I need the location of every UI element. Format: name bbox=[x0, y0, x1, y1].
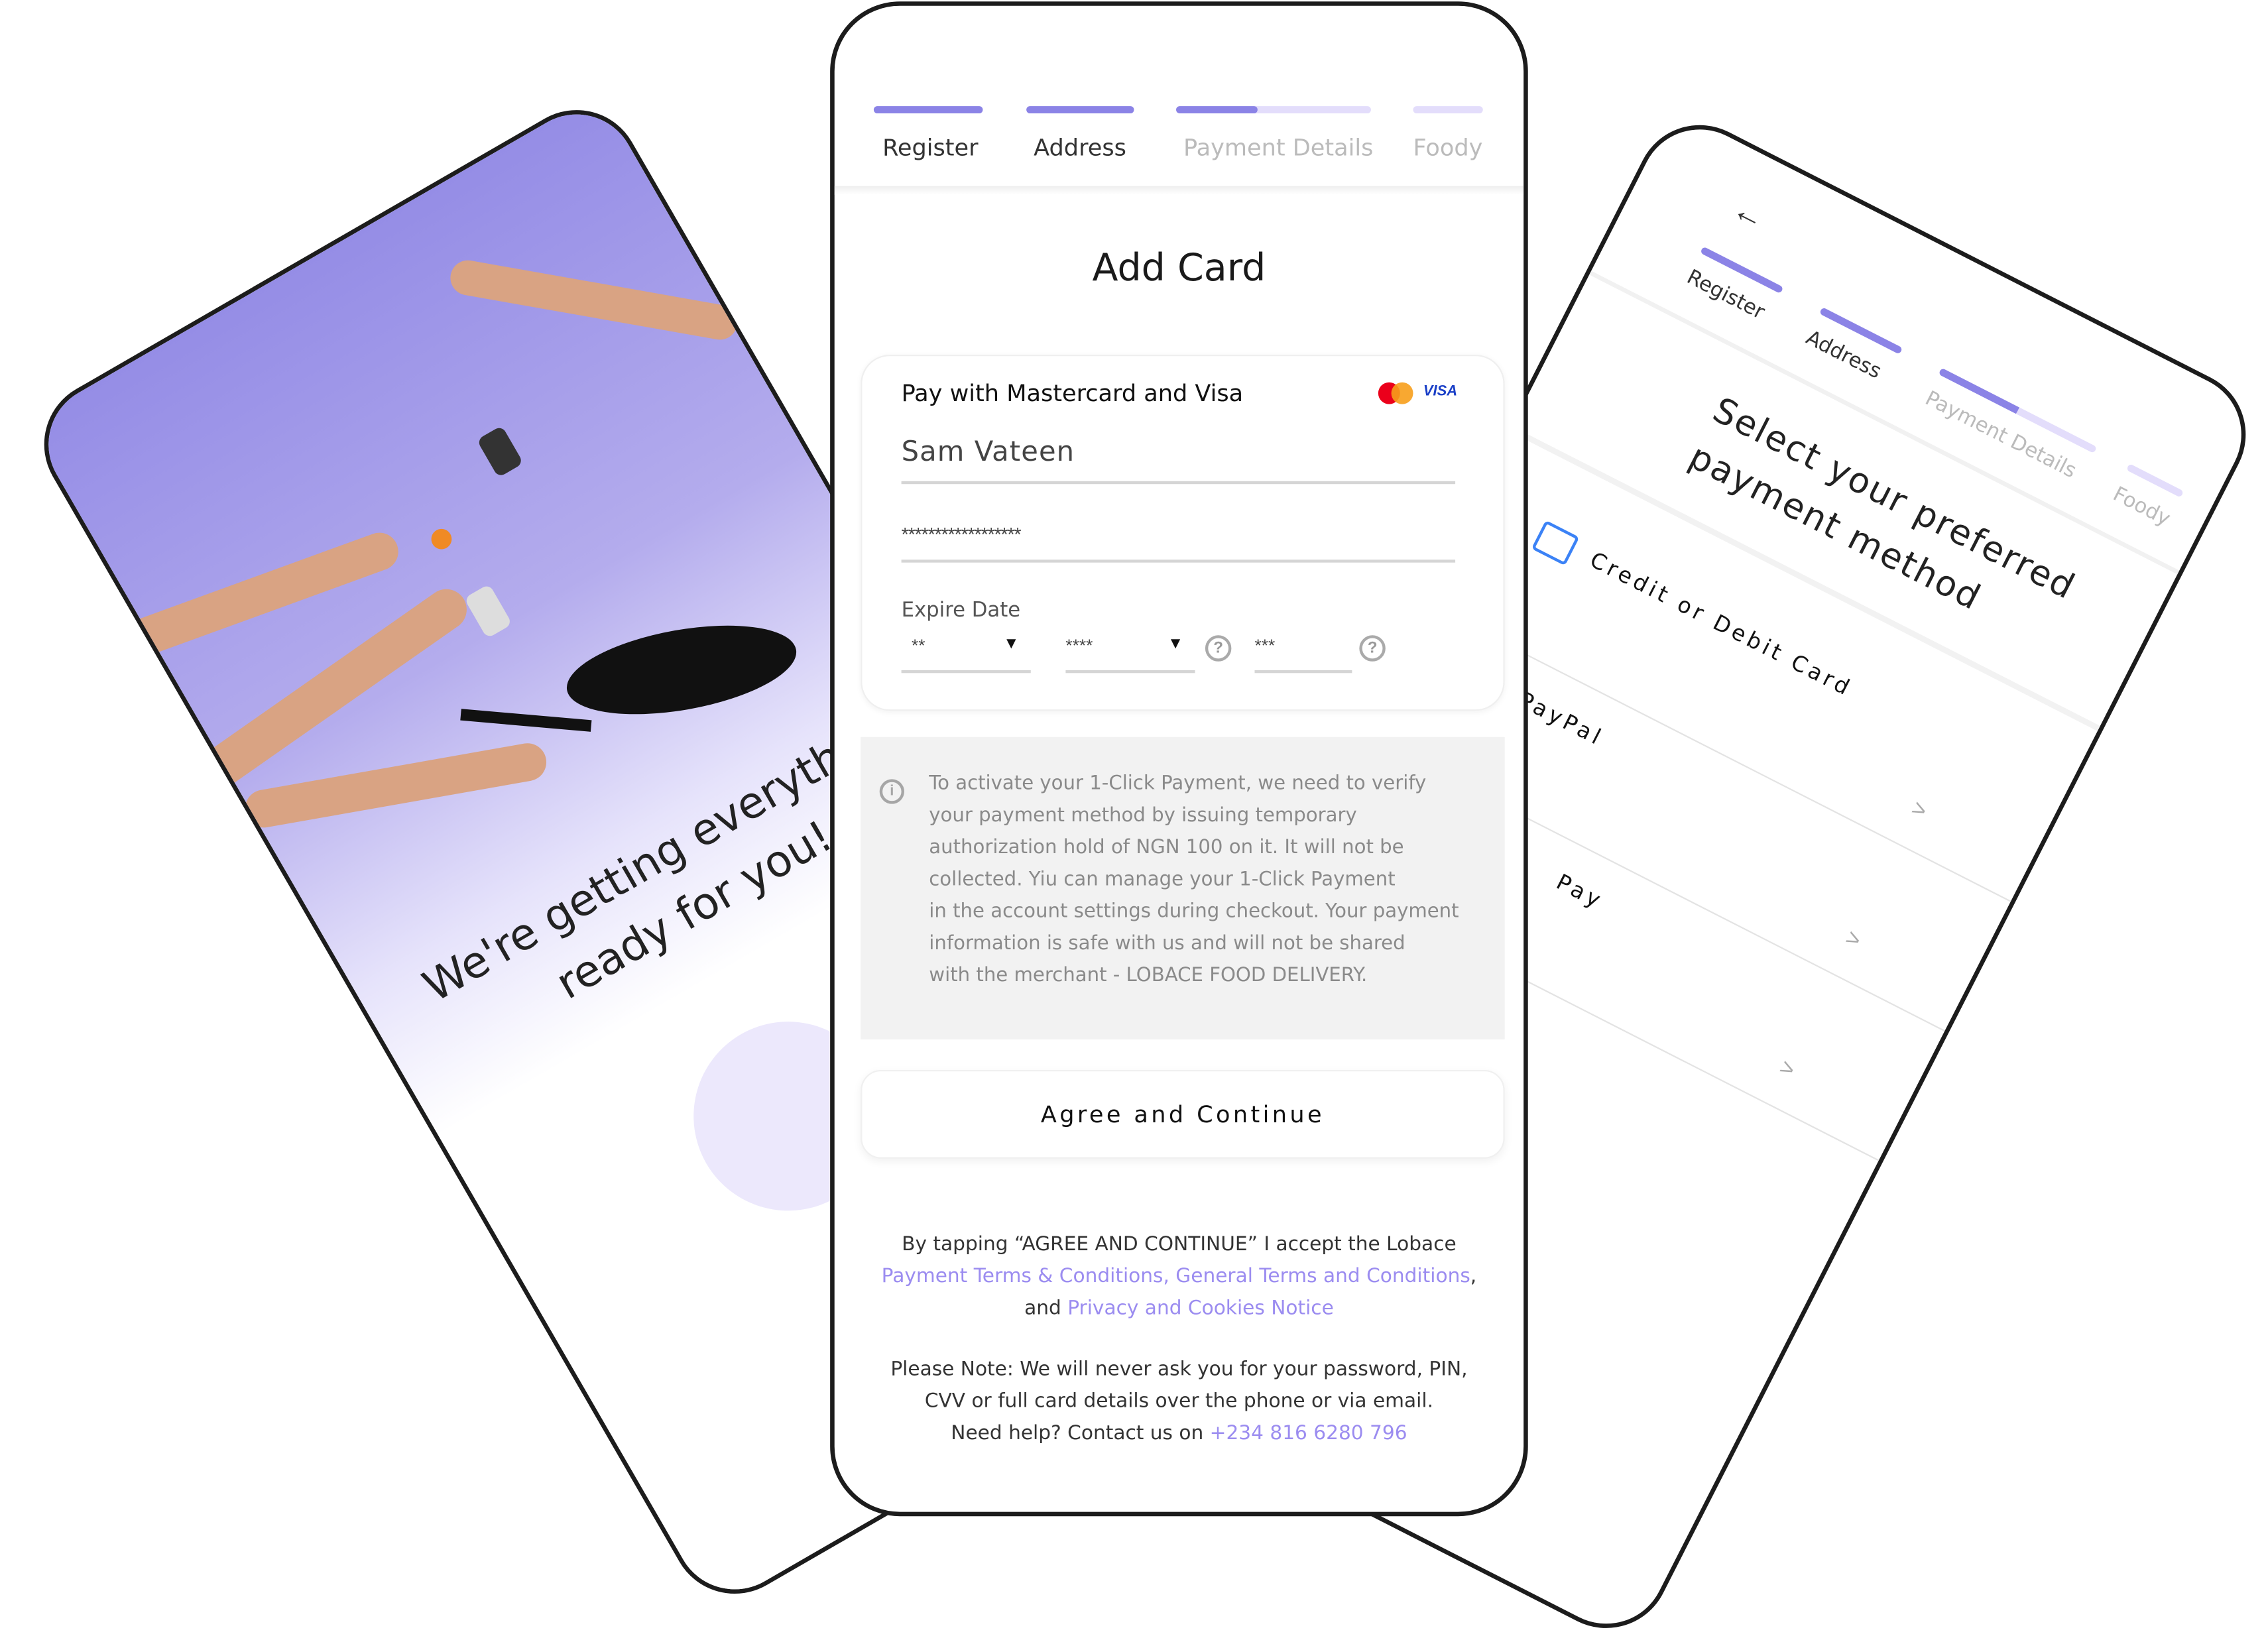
cardholder-name-input[interactable]: Sam Vateen bbox=[901, 436, 1456, 485]
visa-logo-icon: VISA bbox=[1423, 383, 1458, 400]
card-number-input[interactable]: ****************** bbox=[901, 523, 1456, 563]
note-line-1: Please Note: We will never ask you for y… bbox=[890, 1358, 1468, 1382]
method-label: Pay bbox=[1552, 868, 1608, 915]
info-line: To activate your 1-Click Payment, we nee… bbox=[929, 773, 1427, 796]
step-payment-details[interactable]: Payment Details bbox=[1183, 134, 1373, 162]
header-divider bbox=[834, 186, 1524, 195]
arrow-left-icon[interactable]: ← bbox=[1726, 190, 1772, 239]
note-line-3: Need help? Contact us on bbox=[951, 1421, 1210, 1445]
step-foody[interactable]: Foody bbox=[2109, 483, 2174, 531]
terms-text: By tapping “AGREE AND CONTINUE” I accept… bbox=[835, 1228, 1523, 1325]
card-form: Pay with Mastercard and Visa VISA Sam Va… bbox=[861, 355, 1505, 711]
help-circle-icon[interactable]: ? bbox=[1359, 635, 1386, 662]
card-add-icon bbox=[1531, 520, 1580, 566]
verification-info-box: i To activate your 1-Click Payment, we n… bbox=[861, 737, 1505, 1039]
info-line: information is safe with us and will not… bbox=[929, 933, 1405, 955]
info-line: authorization hold of NGN 100 on it. It … bbox=[929, 837, 1404, 860]
terms-comma: , bbox=[1470, 1264, 1477, 1288]
chevron-right-icon: > bbox=[1841, 925, 1865, 955]
chevron-right-icon: > bbox=[1775, 1055, 1799, 1084]
payment-terms-link[interactable]: Payment Terms & Conditions, General Term… bbox=[882, 1265, 1470, 1288]
step-address[interactable]: Address bbox=[1034, 134, 1126, 162]
expiry-year-select[interactable]: **** ▼ bbox=[1065, 635, 1195, 674]
caret-down-icon: ▼ bbox=[1003, 635, 1020, 653]
method-credit-card[interactable]: Credit or Debit Card > bbox=[1422, 109, 2262, 902]
method-paypal[interactable]: PayPal > bbox=[1356, 109, 2262, 1032]
method-label: Credit or Debit Card bbox=[1585, 546, 1857, 702]
step-foody[interactable]: Foody bbox=[1413, 134, 1482, 162]
note-line-2: CVV or full card details over the phone … bbox=[924, 1389, 1434, 1413]
step-bar-register bbox=[873, 106, 983, 114]
caret-down-icon: ▼ bbox=[1167, 635, 1184, 653]
year-value: **** bbox=[1065, 635, 1093, 656]
info-line: collected. Yiu can manage your 1-Click P… bbox=[929, 869, 1396, 892]
info-line: in the account settings during checkout.… bbox=[929, 901, 1459, 923]
info-text: To activate your 1-Click Payment, we nee… bbox=[929, 769, 1481, 993]
expire-date-label: Expire Date bbox=[901, 599, 1021, 622]
pay-with-title: Pay with Mastercard and Visa bbox=[901, 379, 1244, 408]
step-bar-address bbox=[1026, 106, 1134, 114]
chevron-right-icon: > bbox=[1907, 796, 1931, 825]
month-value: ** bbox=[911, 635, 925, 656]
info-line: with the merchant - LOBACE FOOD DELIVERY… bbox=[929, 965, 1368, 987]
security-note: Please Note: We will never ask you for y… bbox=[835, 1354, 1523, 1450]
method-label: PayPal bbox=[1514, 686, 1608, 752]
center-phone-add-card: Register Address Payment Details Foody A… bbox=[830, 1, 1528, 1517]
step-bar-foody bbox=[1413, 106, 1483, 114]
support-phone-link[interactable]: +234 816 6280 796 bbox=[1210, 1422, 1407, 1445]
cvv-input[interactable]: *** bbox=[1254, 635, 1352, 674]
step-register[interactable]: Register bbox=[882, 134, 978, 162]
mockup-stage: We're getting everything ready for you! … bbox=[0, 0, 2268, 1650]
privacy-notice-link[interactable]: Privacy and Cookies Notice bbox=[1067, 1297, 1334, 1320]
agree-and-continue-button[interactable]: Agree and Continue bbox=[861, 1069, 1505, 1159]
method-pay[interactable]: Pay > bbox=[1290, 109, 2262, 1161]
help-circle-icon[interactable]: ? bbox=[1205, 635, 1232, 662]
info-line: your payment method by issuing temporary bbox=[929, 805, 1357, 827]
page-title: Add Card bbox=[1092, 247, 1266, 291]
terms-prefix: By tapping “AGREE AND CONTINUE” I accept… bbox=[902, 1232, 1457, 1256]
terms-and: and bbox=[1024, 1297, 1068, 1321]
expiry-month-select[interactable]: ** ▼ bbox=[901, 635, 1031, 674]
info-icon: i bbox=[879, 779, 904, 804]
step-bar-payment bbox=[1176, 106, 1371, 114]
